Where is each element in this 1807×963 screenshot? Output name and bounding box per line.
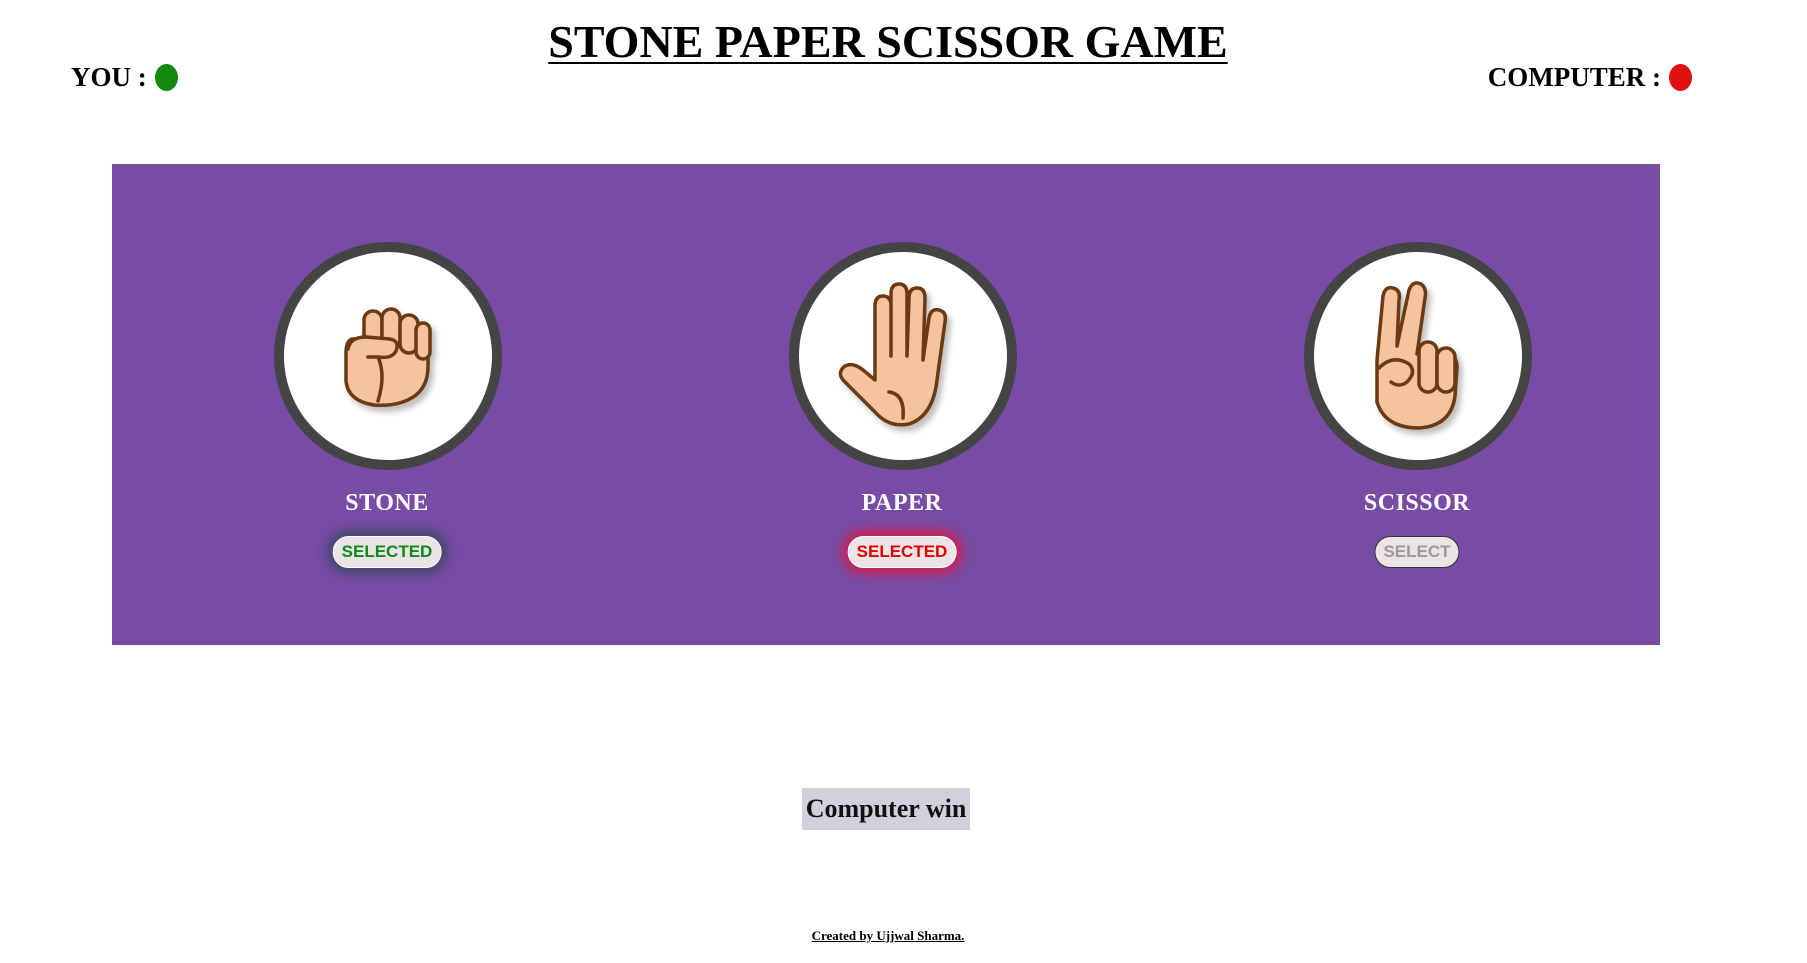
stone-label: STONE xyxy=(345,490,429,516)
choice-stone: STONE SELECTED xyxy=(257,164,517,645)
stone-choice-circle[interactable] xyxy=(274,242,502,470)
choices-panel: STONE SELECTED PAPER SELECTED SCISSOR SE… xyxy=(112,164,1660,645)
result-message: Computer win xyxy=(802,788,970,830)
you-score: YOU : xyxy=(71,64,178,91)
game-page: STONE PAPER SCISSOR GAME YOU : COMPUTER … xyxy=(0,0,1807,963)
choice-scissor: SCISSOR SELECT xyxy=(1287,164,1547,645)
paper-select-button[interactable]: SELECTED xyxy=(847,536,957,569)
paper-label: PAPER xyxy=(861,490,943,516)
scissor-choice-circle[interactable] xyxy=(1304,242,1532,470)
computer-indicator-dot xyxy=(1669,64,1692,91)
computer-score-label: COMPUTER : xyxy=(1487,62,1661,92)
open-hand-icon xyxy=(838,282,948,427)
stone-select-button[interactable]: SELECTED xyxy=(332,536,442,569)
paper-choice-circle[interactable] xyxy=(789,242,1017,470)
peace-hand-icon xyxy=(1375,281,1459,430)
credit-footer: Created by Ujjwal Sharma. xyxy=(811,928,965,943)
you-indicator-dot xyxy=(154,64,178,91)
page-title: STONE PAPER SCISSOR GAME xyxy=(548,16,1228,67)
choice-paper: PAPER SELECTED xyxy=(772,164,1032,645)
fist-icon xyxy=(344,307,432,408)
scissor-label: SCISSOR xyxy=(1363,490,1471,516)
scissor-select-button[interactable]: SELECT xyxy=(1374,536,1460,569)
you-score-label: YOU : xyxy=(71,62,147,92)
computer-score: COMPUTER : xyxy=(1488,64,1692,91)
